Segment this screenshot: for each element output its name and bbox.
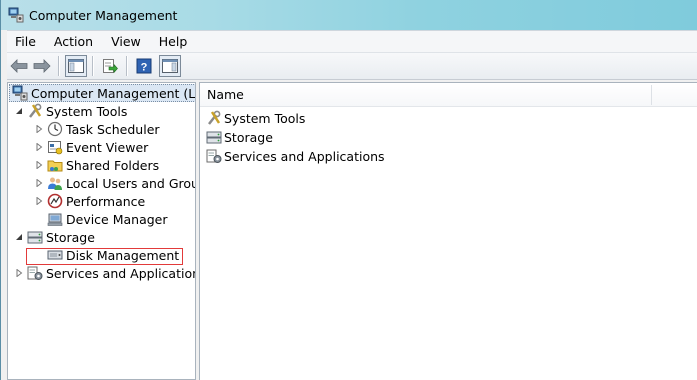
tree-item-label: System Tools xyxy=(46,103,128,119)
menu-bar: File Action View Help xyxy=(7,30,697,52)
tree-item-device-manager[interactable]: Device Manager xyxy=(34,210,168,228)
results-pane: Name System Tools Storage Services and A… xyxy=(199,82,697,380)
forward-button[interactable] xyxy=(31,55,53,77)
arrow-right-icon xyxy=(33,59,51,73)
menu-view[interactable]: View xyxy=(102,31,150,53)
collapse-arrow-icon[interactable] xyxy=(14,102,24,120)
console-tree: Computer Management (Local System Tools … xyxy=(7,82,196,380)
system-tools-icon xyxy=(27,103,43,119)
expand-arrow-icon[interactable] xyxy=(34,138,44,156)
services-icon xyxy=(206,148,222,164)
users-icon xyxy=(47,175,63,191)
expand-arrow-icon[interactable] xyxy=(34,174,44,192)
action-pane-icon xyxy=(162,59,178,73)
tree-item-label: Event Viewer xyxy=(66,139,149,155)
tree-item-label: Storage xyxy=(46,229,95,245)
toolbar-separator xyxy=(126,56,127,76)
storage-icon xyxy=(206,129,222,145)
performance-icon xyxy=(47,193,63,209)
tree-item-label: Shared Folders xyxy=(66,157,160,173)
computer-management-window: Computer Management File Action View Hel… xyxy=(0,0,697,380)
window-title: Computer Management xyxy=(29,7,178,23)
tree-item-services-and-applications[interactable]: Services and Applications xyxy=(14,264,196,282)
expand-arrow-icon[interactable] xyxy=(34,192,44,210)
column-divider[interactable] xyxy=(651,85,652,105)
device-manager-icon xyxy=(47,211,63,227)
collapse-arrow-icon[interactable] xyxy=(14,228,24,246)
services-icon xyxy=(27,265,43,281)
tree-item-label: Services and Applications xyxy=(46,265,196,281)
column-header-name[interactable]: Name xyxy=(207,83,244,107)
back-button[interactable] xyxy=(8,55,30,77)
export-list-button[interactable] xyxy=(99,55,121,77)
computer-management-icon xyxy=(8,7,24,23)
list-item-system-tools[interactable]: System Tools xyxy=(206,109,305,127)
tree-item-storage[interactable]: Storage xyxy=(14,228,95,246)
tree-item-shared-folders[interactable]: Shared Folders xyxy=(34,156,159,174)
title-bar: Computer Management xyxy=(1,0,697,30)
arrow-left-icon xyxy=(10,59,28,73)
toolbar-separator xyxy=(92,56,93,76)
show-hide-action-pane-button[interactable] xyxy=(159,55,181,77)
highlight-box xyxy=(26,248,183,265)
expand-arrow-icon[interactable] xyxy=(14,264,24,282)
list-item-label: Services and Applications xyxy=(224,148,385,164)
tree-item-label: Task Scheduler xyxy=(66,121,160,137)
menu-file[interactable]: File xyxy=(7,31,45,53)
tree-item-label: Device Manager xyxy=(66,211,168,227)
expand-arrow-icon[interactable] xyxy=(34,156,44,174)
svg-text:?: ? xyxy=(141,62,148,74)
list-item-storage[interactable]: Storage xyxy=(206,128,273,146)
event-viewer-icon xyxy=(47,139,63,155)
menu-action[interactable]: Action xyxy=(45,31,102,53)
list-item-label: System Tools xyxy=(224,110,306,126)
tree-root-computer-management[interactable]: Computer Management (Local xyxy=(9,84,196,102)
system-tools-icon xyxy=(206,110,222,126)
help-icon: ? xyxy=(136,58,152,74)
shared-folder-icon xyxy=(47,157,63,173)
tree-item-label: Performance xyxy=(66,193,146,209)
menu-help[interactable]: Help xyxy=(150,31,197,53)
tree-root-label: Computer Management (Local xyxy=(31,85,196,101)
tree-item-local-users-and-groups[interactable]: Local Users and Groups xyxy=(34,174,195,192)
computer-management-icon xyxy=(12,85,28,101)
show-hide-console-tree-button[interactable] xyxy=(65,55,87,77)
tree-item-performance[interactable]: Performance xyxy=(34,192,145,210)
tree-item-event-viewer[interactable]: Event Viewer xyxy=(34,138,148,156)
column-header: Name xyxy=(200,83,697,107)
toolbar-separator xyxy=(58,56,59,76)
tree-item-label: Local Users and Groups xyxy=(66,175,195,191)
list-item-label: Storage xyxy=(224,129,273,145)
clock-icon xyxy=(47,121,63,137)
help-button[interactable]: ? xyxy=(133,55,155,77)
storage-icon xyxy=(27,229,43,245)
toolbar: ? xyxy=(7,52,697,80)
list-item-services-and-applications[interactable]: Services and Applications xyxy=(206,147,385,165)
tree-item-system-tools[interactable]: System Tools xyxy=(14,102,127,120)
console-tree-icon xyxy=(68,59,84,73)
tree-item-task-scheduler[interactable]: Task Scheduler xyxy=(34,120,160,138)
export-icon xyxy=(102,58,118,74)
expand-arrow-icon[interactable] xyxy=(34,120,44,138)
